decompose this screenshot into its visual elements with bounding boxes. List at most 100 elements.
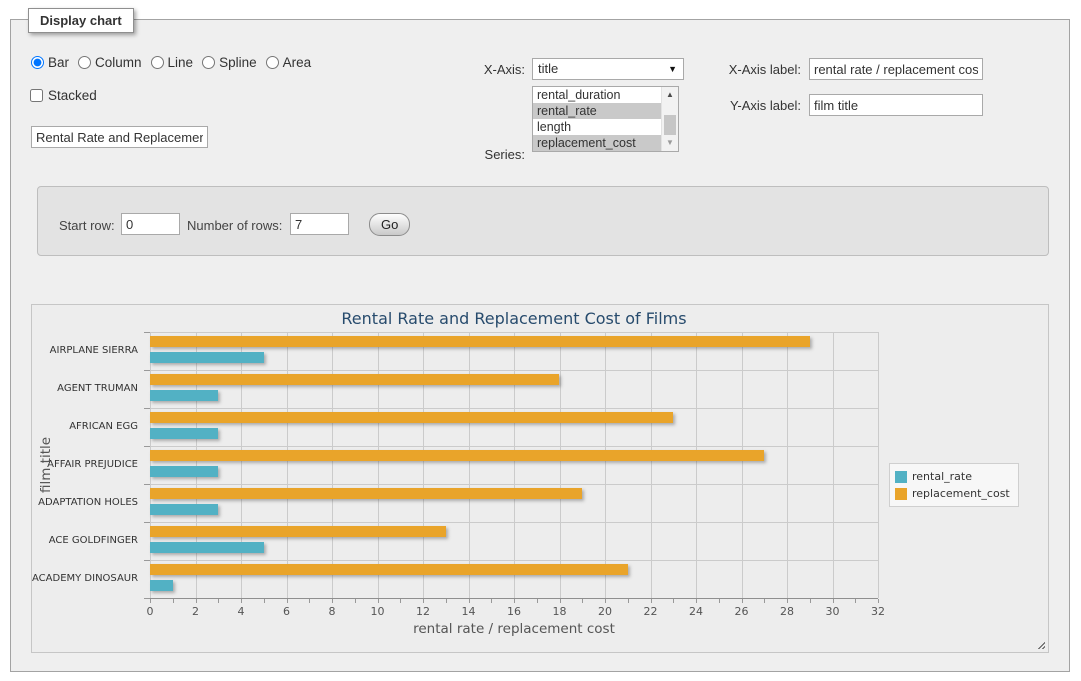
fieldset-legend: Display chart xyxy=(28,8,134,33)
bar-rental_rate[interactable] xyxy=(150,542,264,553)
go-button[interactable]: Go xyxy=(369,213,410,236)
gridline xyxy=(150,522,878,523)
gridline xyxy=(787,332,788,598)
chart-title-input[interactable] xyxy=(31,126,208,148)
xaxis-select[interactable]: title ▼ xyxy=(532,58,684,80)
chart-type-radio-area[interactable] xyxy=(266,56,279,69)
start-row-label: Start row: xyxy=(59,218,115,233)
gridline xyxy=(150,408,878,409)
stacked-checkbox[interactable] xyxy=(30,89,43,102)
gridline xyxy=(150,446,878,447)
bar-replacement_cost[interactable] xyxy=(150,526,446,537)
xaxis-tick xyxy=(605,599,606,603)
chart-type-option-line[interactable]: Line xyxy=(151,55,194,70)
chart-type-option-bar[interactable]: Bar xyxy=(31,55,69,70)
scrollbar-thumb[interactable] xyxy=(664,115,676,135)
series-option-length[interactable]: length xyxy=(533,119,678,135)
gridline xyxy=(241,332,242,598)
legend-label: replacement_cost xyxy=(912,487,1010,500)
bar-replacement_cost[interactable] xyxy=(150,412,673,423)
stacked-option[interactable]: Stacked xyxy=(30,88,97,103)
xaxis-tick xyxy=(560,599,561,603)
series-scrollbar[interactable]: ▲ ▼ xyxy=(661,87,678,151)
xaxis-tick xyxy=(833,599,834,603)
bar-replacement_cost[interactable] xyxy=(150,336,810,347)
yaxis-tick xyxy=(144,332,150,333)
gridline xyxy=(651,332,652,598)
chart-type-option-area[interactable]: Area xyxy=(266,55,312,70)
bar-rental_rate[interactable] xyxy=(150,466,218,477)
gridline xyxy=(378,332,379,598)
xaxis-tick xyxy=(150,599,151,603)
xaxis-tick-label: 6 xyxy=(283,605,290,618)
gridline xyxy=(878,332,879,598)
xaxis-tick xyxy=(537,599,538,603)
xaxis-tick xyxy=(628,599,629,603)
legend-item-rental_rate[interactable]: rental_rate xyxy=(895,468,1010,485)
num-rows-input[interactable] xyxy=(290,213,349,235)
chart-legend: rental_rate replacement_cost xyxy=(889,463,1019,507)
xaxis-tick xyxy=(264,599,265,603)
series-options: rental_durationrental_ratelengthreplacem… xyxy=(533,87,678,151)
bar-rental_rate[interactable] xyxy=(150,352,264,363)
series-option-replacement_cost[interactable]: replacement_cost xyxy=(533,135,678,151)
series-list-label: Series: xyxy=(451,147,525,162)
chart-type-option-spline[interactable]: Spline xyxy=(202,55,257,70)
bar-replacement_cost[interactable] xyxy=(150,564,628,575)
gridline xyxy=(196,332,197,598)
bar-rental_rate[interactable] xyxy=(150,428,218,439)
xaxis-tick-label: 20 xyxy=(598,605,612,618)
category-label: AIRPLANE SIERRA xyxy=(32,345,138,356)
xaxis-tick xyxy=(878,599,879,603)
resize-handle[interactable] xyxy=(1035,639,1045,649)
num-rows-label: Number of rows: xyxy=(187,218,282,233)
xaxis-tick xyxy=(400,599,401,603)
xaxis-tick-label: 18 xyxy=(553,605,567,618)
xaxis-tick xyxy=(855,599,856,603)
xaxis-tick xyxy=(673,599,674,603)
xaxis-tick-label: 30 xyxy=(826,605,840,618)
xaxis-tick-labels: 02468101214161820222426283032 xyxy=(150,605,878,618)
bar-replacement_cost[interactable] xyxy=(150,488,582,499)
xaxis-title: rental rate / replacement cost xyxy=(150,621,878,637)
bar-rental_rate[interactable] xyxy=(150,390,218,401)
xaxis-tick-label: 24 xyxy=(689,605,703,618)
chart-type-radio-bar[interactable] xyxy=(31,56,44,69)
xaxis-tick-label: 2 xyxy=(192,605,199,618)
legend-label: rental_rate xyxy=(912,470,972,483)
yaxis-label-input[interactable] xyxy=(809,94,983,116)
rows-panel: Start row: Number of rows: Go xyxy=(37,186,1049,256)
bar-rental_rate[interactable] xyxy=(150,504,218,515)
gridline xyxy=(833,332,834,598)
legend-swatch xyxy=(895,488,907,500)
bar-replacement_cost[interactable] xyxy=(150,450,764,461)
series-option-rental_rate[interactable]: rental_rate xyxy=(533,103,678,119)
xaxis-tick-label: 26 xyxy=(735,605,749,618)
xaxis-tick-label: 10 xyxy=(371,605,385,618)
bar-replacement_cost[interactable] xyxy=(150,374,559,385)
series-listbox[interactable]: rental_durationrental_ratelengthreplacem… xyxy=(532,86,679,152)
category-label: AGENT TRUMAN xyxy=(32,383,138,394)
xaxis-tick-label: 32 xyxy=(871,605,885,618)
xaxis-tick xyxy=(241,599,242,603)
yaxis-tick xyxy=(144,484,150,485)
gridline xyxy=(469,332,470,598)
xaxis-label-input[interactable] xyxy=(809,58,983,80)
scroll-down-icon[interactable]: ▼ xyxy=(662,135,678,151)
chart-type-option-column[interactable]: Column xyxy=(78,55,142,70)
start-row-input[interactable] xyxy=(121,213,180,235)
legend-item-replacement_cost[interactable]: replacement_cost xyxy=(895,485,1010,502)
xaxis-tick xyxy=(651,599,652,603)
xaxis-tick-label: 0 xyxy=(147,605,154,618)
xaxis-tick xyxy=(764,599,765,603)
chart-type-radio-line[interactable] xyxy=(151,56,164,69)
xaxis-tick xyxy=(423,599,424,603)
bar-rental_rate[interactable] xyxy=(150,580,173,591)
gridline xyxy=(605,332,606,598)
chart-type-radio-column[interactable] xyxy=(78,56,91,69)
series-option-rental_duration[interactable]: rental_duration xyxy=(533,87,678,103)
chart-type-radio-spline[interactable] xyxy=(202,56,215,69)
xaxis-tick xyxy=(287,599,288,603)
xaxis-tick xyxy=(742,599,743,603)
gridline xyxy=(514,332,515,598)
